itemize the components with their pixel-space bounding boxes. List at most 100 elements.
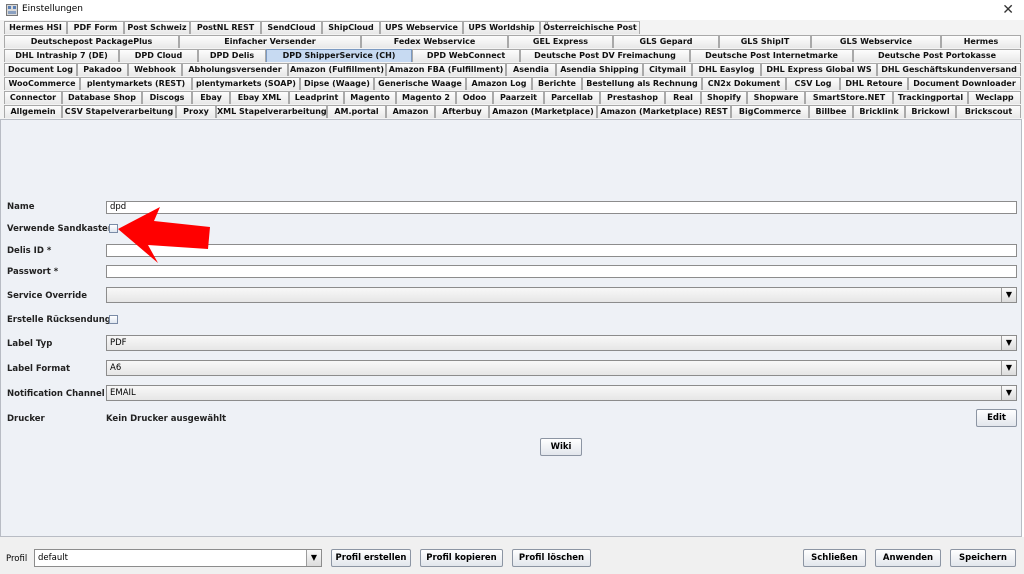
tab[interactable]: Discogs	[142, 91, 192, 104]
name-input[interactable]: dpd	[106, 201, 1017, 214]
tab[interactable]: DHL Express Global WS	[761, 63, 877, 76]
chevron-down-icon[interactable]: ▼	[1001, 386, 1016, 400]
tab[interactable]: DHL Retoure	[840, 77, 908, 90]
tab[interactable]: XML Stapelverarbeitung	[216, 105, 327, 118]
tab[interactable]: Proxy	[176, 105, 216, 118]
tab[interactable]: GEL Express	[508, 35, 613, 48]
tab[interactable]: Connector	[4, 91, 62, 104]
tab[interactable]: Amazon Log	[466, 77, 532, 90]
tab[interactable]: Deutsche Post Portokasse	[853, 49, 1021, 62]
tab[interactable]: Amazon	[386, 105, 435, 118]
chevron-down-icon[interactable]: ▼	[1001, 361, 1016, 375]
tab[interactable]: AM.portal	[327, 105, 386, 118]
tab[interactable]: Bricklink	[853, 105, 905, 118]
tab[interactable]: plentymarkets (REST)	[80, 77, 192, 90]
tab[interactable]: Berichte	[532, 77, 582, 90]
tab[interactable]: Magento 2	[396, 91, 456, 104]
sandbox-checkbox[interactable]	[109, 224, 118, 233]
chevron-down-icon[interactable]: ▼	[306, 550, 321, 566]
close-button[interactable]: Schließen	[803, 549, 866, 567]
tab-active[interactable]: DPD ShipperService (CH)	[266, 49, 412, 62]
tab[interactable]: Dipse (Waage)	[300, 77, 374, 90]
tab[interactable]: Ebay XML	[230, 91, 289, 104]
service-override-select[interactable]: ▼	[106, 287, 1017, 303]
tab[interactable]: Bestellung als Rechnung	[582, 77, 702, 90]
close-icon[interactable]: ✕	[1002, 1, 1014, 19]
delis-id-input[interactable]	[106, 244, 1017, 257]
tab[interactable]: Afterbuy	[435, 105, 489, 118]
tab[interactable]: Real	[665, 91, 701, 104]
tab[interactable]: Hermes	[941, 35, 1021, 48]
tab[interactable]: Trackingportal	[893, 91, 968, 104]
delete-profile-button[interactable]: Profil löschen	[512, 549, 591, 567]
tab[interactable]: Billbee	[809, 105, 853, 118]
tab[interactable]: DHL Easylog	[692, 63, 761, 76]
tab[interactable]: DPD Delis	[198, 49, 266, 62]
tab[interactable]: Post Schweiz	[124, 21, 190, 34]
tab[interactable]: PDF Form	[67, 21, 124, 34]
tab[interactable]: SendCloud	[261, 21, 322, 34]
tab[interactable]: Amazon (Fulfillment)	[288, 63, 386, 76]
notification-channel-select[interactable]: EMAIL ▼	[106, 385, 1017, 401]
tab[interactable]: Brickowl	[905, 105, 956, 118]
password-input[interactable]	[106, 265, 1017, 278]
profile-select[interactable]: default ▼	[34, 549, 322, 567]
tab[interactable]: CN2x Dokument	[702, 77, 786, 90]
tab[interactable]: CSV Log	[786, 77, 840, 90]
tab[interactable]: Allgemein	[4, 105, 62, 118]
tab[interactable]: SmartStore.NET	[805, 91, 893, 104]
tab[interactable]: DPD WebConnect	[412, 49, 520, 62]
tab[interactable]: GLS ShipIT	[719, 35, 811, 48]
tab[interactable]: Paarzeit	[493, 91, 544, 104]
tab[interactable]: GLS Webservice	[811, 35, 941, 48]
tab[interactable]: Amazon (Marketplace)	[489, 105, 597, 118]
tab[interactable]: Leadprint	[289, 91, 344, 104]
tab[interactable]: Deutsche Post DV Freimachung	[520, 49, 690, 62]
tab[interactable]: Deutschepost PackagePlus	[4, 35, 179, 48]
chevron-down-icon[interactable]: ▼	[1001, 336, 1016, 350]
tab[interactable]: Parcellab	[544, 91, 600, 104]
tab[interactable]: Webhook	[128, 63, 182, 76]
tab[interactable]: Shopware	[747, 91, 805, 104]
tab[interactable]: CSV Stapelverarbeitung	[62, 105, 176, 118]
tab[interactable]: Asendia	[506, 63, 556, 76]
tab[interactable]: Amazon (Marketplace) REST	[597, 105, 731, 118]
tab[interactable]: UPS Worldship	[463, 21, 540, 34]
tab[interactable]: Deutsche Post Internetmarke	[690, 49, 853, 62]
tab[interactable]: Magento	[344, 91, 396, 104]
label-format-select[interactable]: A6 ▼	[106, 360, 1017, 376]
tab[interactable]: GLS Gepard	[613, 35, 719, 48]
tab[interactable]: Document Log	[4, 63, 77, 76]
tab[interactable]: Shopify	[701, 91, 747, 104]
tab[interactable]: Asendia Shipping	[556, 63, 643, 76]
tab[interactable]: Ebay	[192, 91, 230, 104]
tab[interactable]: Document Downloader	[908, 77, 1021, 90]
apply-button[interactable]: Anwenden	[875, 549, 941, 567]
tab[interactable]: Hermes HSI	[4, 21, 67, 34]
tab[interactable]: Weclapp	[968, 91, 1021, 104]
tab[interactable]: Prestashop	[600, 91, 665, 104]
tab[interactable]: Brickscout	[956, 105, 1021, 118]
tab[interactable]: WooCommerce	[4, 77, 80, 90]
tab[interactable]: BigCommerce	[731, 105, 809, 118]
tab[interactable]: Pakadoo	[77, 63, 128, 76]
wiki-button[interactable]: Wiki	[540, 438, 582, 456]
tab[interactable]: DHL Geschäftskundenversand	[877, 63, 1021, 76]
tab[interactable]: Citymail	[643, 63, 692, 76]
chevron-down-icon[interactable]: ▼	[1001, 288, 1016, 302]
copy-profile-button[interactable]: Profil kopieren	[420, 549, 503, 567]
tab[interactable]: Fedex Webservice	[361, 35, 508, 48]
tab[interactable]: DHL Intraship 7 (DE)	[4, 49, 119, 62]
tab[interactable]: Odoo	[456, 91, 493, 104]
tab[interactable]: PostNL REST	[190, 21, 261, 34]
tab[interactable]: Abholungsversender	[182, 63, 288, 76]
tab[interactable]: UPS Webservice	[380, 21, 463, 34]
tab[interactable]: Database Shop	[62, 91, 142, 104]
edit-button[interactable]: Edit	[976, 409, 1017, 427]
tab[interactable]: DPD Cloud	[119, 49, 198, 62]
create-profile-button[interactable]: Profil erstellen	[331, 549, 411, 567]
label-type-select[interactable]: PDF ▼	[106, 335, 1017, 351]
return-checkbox[interactable]	[109, 315, 118, 324]
tab[interactable]: plentymarkets (SOAP)	[192, 77, 300, 90]
tab[interactable]: Österreichische Post	[540, 21, 640, 34]
